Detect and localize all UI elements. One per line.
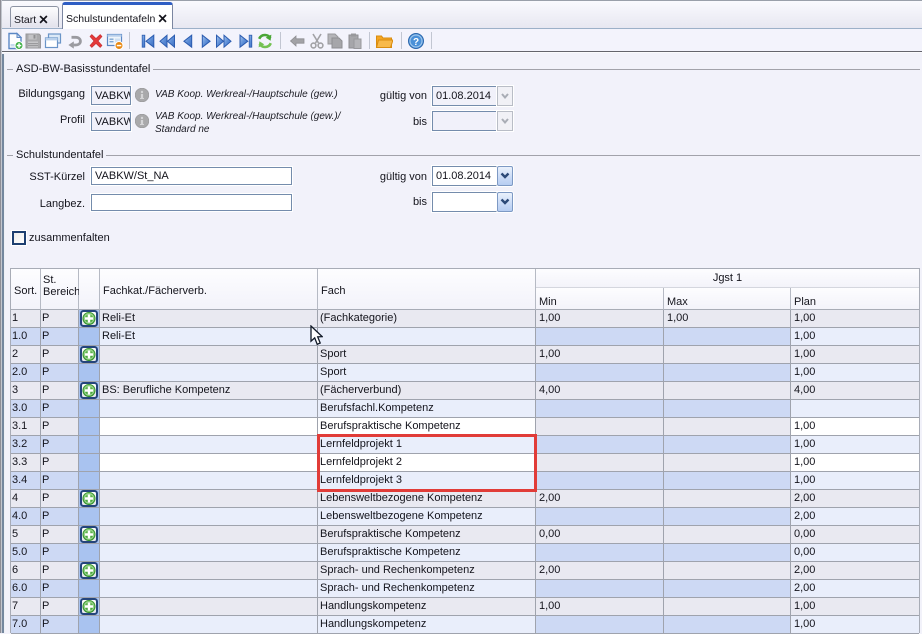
svg-text:?: ?	[413, 37, 419, 48]
